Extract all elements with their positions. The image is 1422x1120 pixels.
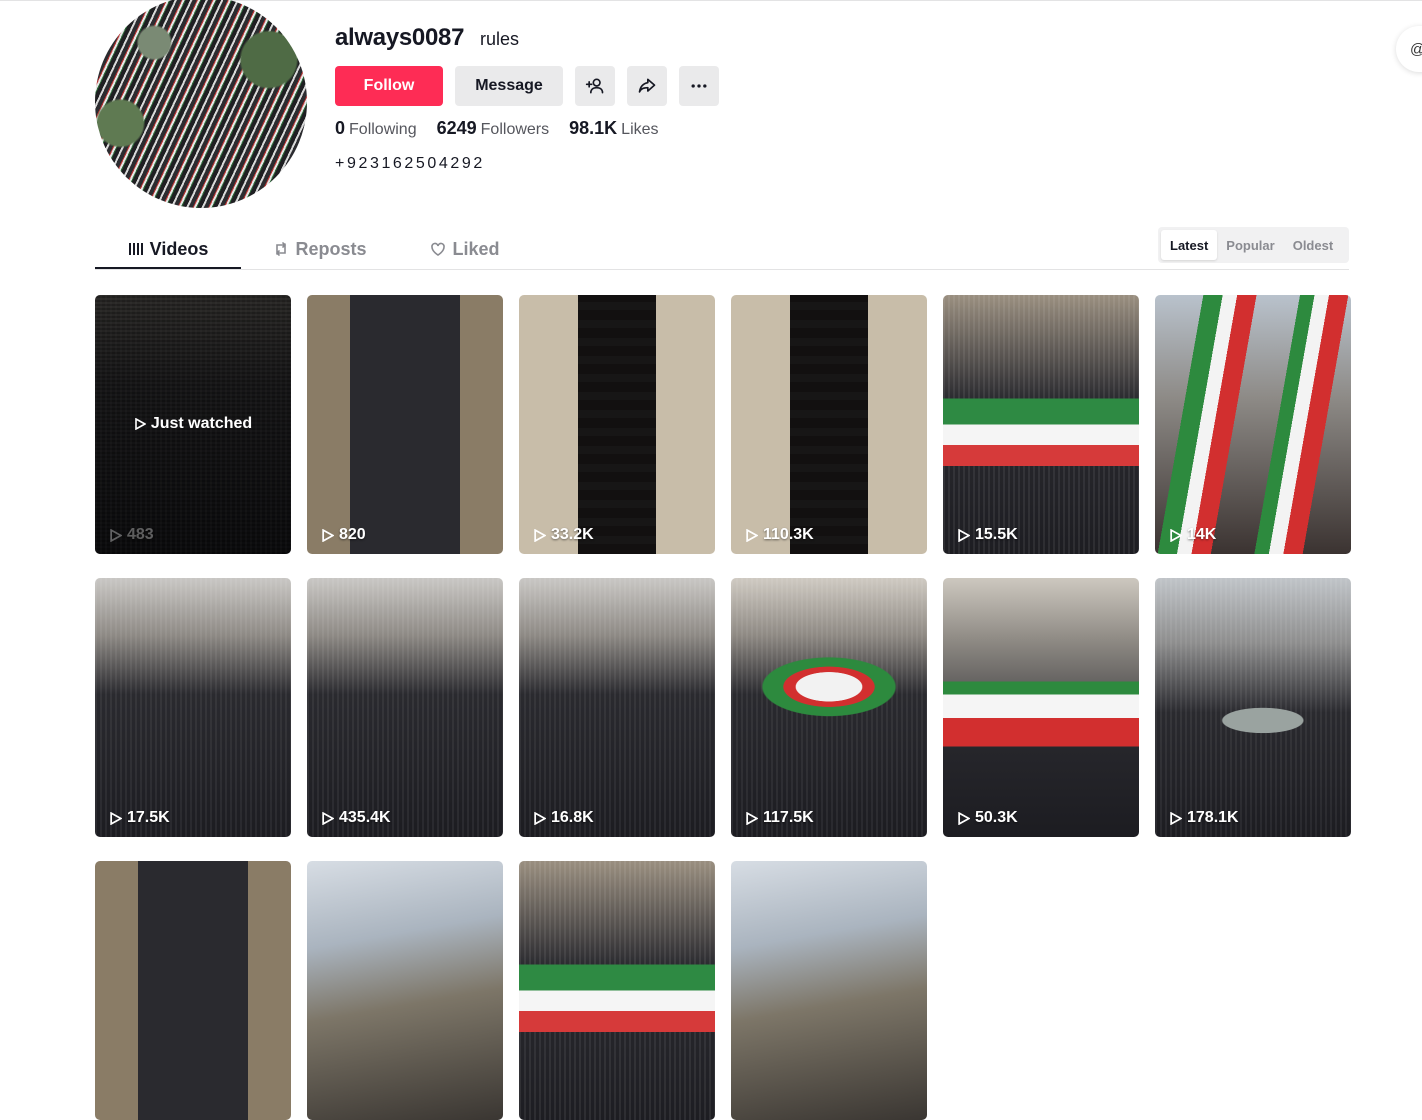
tab-reposts-label: Reposts [295, 238, 367, 259]
video-card[interactable]: 50.3K [943, 578, 1139, 837]
profile-stats: 0 Following 6249 Followers 98.1K Likes [335, 118, 659, 139]
tab-videos[interactable]: Videos [95, 228, 241, 270]
followers-count: 6249 [436, 118, 477, 138]
video-card[interactable]: 15.5K [943, 295, 1139, 554]
view-count: 15.5K [957, 526, 1018, 544]
video-card[interactable] [95, 861, 291, 1120]
tab-videos-label: Videos [149, 238, 209, 259]
video-card[interactable]: 178.1K [1155, 578, 1351, 837]
video-grid: Just watched 483 820 33.2K 110.3K 15.5K [95, 295, 1351, 1120]
view-count: 33.2K [533, 526, 594, 544]
video-card[interactable]: 110.3K [731, 295, 927, 554]
more-dots-icon [691, 84, 707, 88]
heart-lock-icon [431, 242, 446, 256]
nickname: rules [480, 29, 520, 49]
play-icon [958, 811, 970, 825]
add-friend-button[interactable] [575, 66, 615, 106]
view-count: 14K [1169, 526, 1216, 544]
more-button[interactable] [679, 66, 719, 106]
share-button[interactable] [627, 66, 667, 106]
video-card[interactable]: 17.5K [95, 578, 291, 837]
share-icon [638, 78, 656, 93]
play-icon [322, 528, 334, 542]
play-icon [534, 811, 546, 825]
likes-label: Likes [621, 121, 659, 138]
view-count: 435.4K [321, 809, 391, 827]
video-card[interactable]: 16.8K [519, 578, 715, 837]
play-icon [534, 528, 546, 542]
grid-icon [128, 243, 143, 255]
video-card[interactable]: 117.5K [731, 578, 927, 837]
view-count: 17.5K [109, 809, 170, 827]
just-watched-label: Just watched [95, 415, 291, 433]
video-card[interactable]: Just watched 483 [95, 295, 291, 554]
tab-reposts[interactable]: Reposts [255, 228, 385, 270]
video-card[interactable]: 435.4K [307, 578, 503, 837]
video-card[interactable]: 33.2K [519, 295, 715, 554]
tab-liked[interactable]: Liked [415, 228, 515, 270]
repost-icon [276, 242, 287, 256]
at-icon: @ [1410, 41, 1422, 58]
bio: +923162504292 [335, 155, 485, 172]
view-count: 110.3K [745, 526, 814, 544]
view-count: 820 [321, 526, 366, 544]
sort-popular[interactable]: Popular [1217, 230, 1283, 260]
followers-stat[interactable]: 6249 Followers [437, 118, 550, 139]
message-button[interactable]: Message [455, 66, 563, 106]
follow-button[interactable]: Follow [335, 66, 443, 106]
play-icon [110, 528, 122, 542]
play-icon [958, 528, 970, 542]
active-tab-underline [95, 267, 241, 269]
sort-oldest[interactable]: Oldest [1284, 230, 1342, 260]
video-card[interactable]: 14K [1155, 295, 1351, 554]
sort-toggle: Latest Popular Oldest [1158, 227, 1349, 263]
view-count: 483 [109, 526, 154, 544]
play-icon [1170, 528, 1182, 542]
video-card[interactable] [519, 861, 715, 1120]
view-count: 178.1K [1169, 809, 1239, 827]
following-label: Following [349, 121, 417, 138]
username: always0087 [335, 24, 465, 51]
view-count: 117.5K [745, 809, 814, 827]
sort-latest[interactable]: Latest [1161, 230, 1218, 260]
play-icon [110, 811, 122, 825]
likes-count: 98.1K [569, 118, 618, 138]
followers-label: Followers [480, 121, 550, 138]
add-user-icon [585, 78, 604, 94]
view-count: 16.8K [533, 809, 594, 827]
tab-liked-label: Liked [452, 238, 500, 259]
video-card[interactable]: 820 [307, 295, 503, 554]
play-icon [746, 528, 758, 542]
play-icon [322, 811, 334, 825]
profile-actions: Follow Message [335, 66, 719, 106]
avatar[interactable] [95, 0, 307, 208]
likes-stat: 98.1K Likes [569, 118, 658, 139]
side-floating-button[interactable]: @ [1396, 26, 1422, 72]
video-card[interactable] [731, 861, 927, 1120]
play-icon [1170, 811, 1182, 825]
play-icon [135, 418, 146, 430]
following-stat[interactable]: 0 Following [335, 118, 417, 139]
view-count: 50.3K [957, 809, 1018, 827]
play-icon [746, 811, 758, 825]
following-count: 0 [335, 118, 346, 138]
video-card[interactable] [307, 861, 503, 1120]
